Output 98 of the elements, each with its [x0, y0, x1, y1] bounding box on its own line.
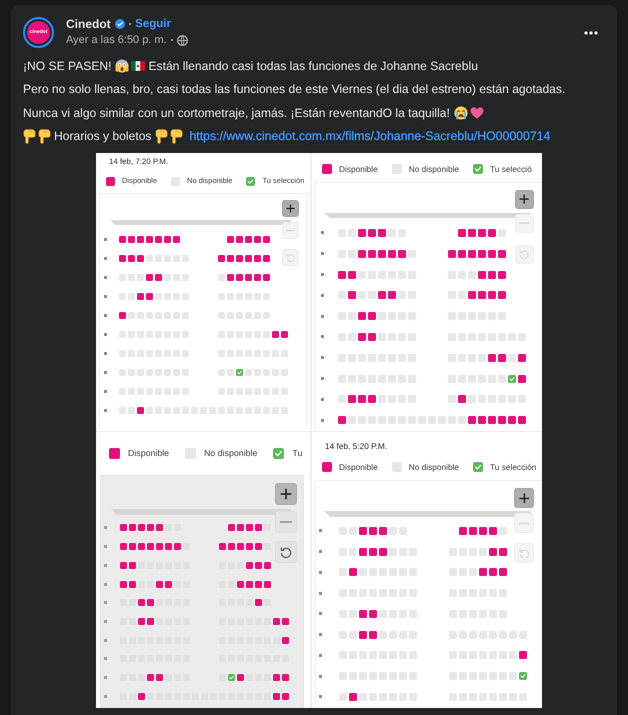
row-marker-icon — [104, 276, 107, 278]
legend-label: No disponible — [204, 447, 258, 459]
zoom-out-button[interactable] — [282, 222, 299, 239]
row-marker-icon — [104, 332, 107, 336]
row-marker-icon — [104, 314, 107, 316]
row-marker-icon — [321, 252, 324, 256]
row-marker-icon — [319, 612, 322, 616]
row-marker-icon — [104, 526, 107, 530]
pointing-down-hand-icon — [155, 128, 168, 144]
swatch-icon — [106, 176, 115, 186]
zoom-in-button[interactable] — [514, 488, 534, 508]
post-text: ¡NO SE PASEN! — [23, 58, 112, 74]
screaming-face-icon — [115, 58, 130, 73]
row-marker-icon — [104, 370, 107, 374]
row-marker-icon — [321, 294, 324, 297]
plus-icon — [280, 488, 292, 500]
follow-link[interactable]: Seguir — [135, 17, 171, 31]
legend-label: No disponible — [408, 163, 460, 175]
row-marker-icon — [104, 657, 107, 660]
showtime-date: 14 feb, 5:20 P.M. — [325, 440, 388, 452]
row-marker-icon — [321, 273, 324, 276]
row-marker-icon — [321, 356, 324, 360]
post-text: Horarios y boletos — [54, 128, 152, 144]
check-swatch-icon — [473, 462, 484, 472]
row-marker-icon — [104, 620, 107, 623]
swatch-icon — [171, 176, 180, 186]
swatch-icon — [109, 448, 120, 458]
legend-label: No disponible — [408, 461, 460, 473]
check-swatch-icon — [246, 176, 256, 186]
row-marker-icon — [104, 545, 107, 548]
post-text: Nunca vi algo similar con un cortometraje, jamás. ¡Están reventandO la taquilla! — [23, 104, 450, 121]
separator-dot-icon — [170, 38, 174, 42]
row-marker-icon — [321, 335, 324, 338]
row-marker-icon — [104, 408, 107, 412]
more-icon — [584, 30, 598, 34]
row-marker-icon — [319, 592, 322, 595]
swatch-icon — [392, 462, 402, 472]
refresh-icon — [286, 253, 295, 262]
legend-label: Tu selecció — [490, 163, 532, 175]
swatch-icon — [392, 164, 402, 174]
row-marker-icon — [104, 564, 107, 567]
pointing-down-hand-icon — [170, 128, 184, 144]
globe-icon — [177, 34, 188, 46]
post-link[interactable]: https://www.cinedot.com.mx/films/Johanne-Sacreblu/HO00000714 — [189, 128, 550, 144]
row-marker-icon — [104, 676, 107, 679]
legend-label: Tu — [292, 447, 302, 459]
separator-dot-icon — [128, 22, 132, 26]
row-marker-icon — [319, 695, 322, 698]
check-swatch-icon — [473, 164, 484, 174]
plus-icon — [519, 194, 530, 205]
crying-face-icon — [454, 106, 468, 120]
row-marker-icon — [104, 390, 107, 392]
row-marker-icon — [321, 377, 324, 380]
row-marker-icon — [319, 674, 322, 678]
flag-icon — [131, 60, 146, 71]
legend-label: Disponible — [128, 447, 170, 459]
swatch-icon — [322, 462, 332, 472]
post-text: Pero no solo llenas, bro, casi todas las funciones de este Viernes (el dia del estreno) están agotadas. — [23, 81, 566, 98]
refresh-icon — [519, 249, 530, 260]
row-marker-icon — [104, 294, 107, 298]
swatch-icon — [322, 164, 332, 174]
row-marker-icon — [104, 238, 107, 240]
reset-view-button[interactable] — [275, 541, 297, 563]
plus-icon — [286, 204, 295, 213]
plus-icon — [518, 492, 530, 504]
row-marker-icon — [104, 256, 107, 260]
row-marker-icon — [104, 694, 107, 698]
row-marker-icon — [321, 231, 324, 234]
zoom-in-button[interactable] — [275, 483, 297, 505]
post-time[interactable]: Ayer a las 6:50 p. m. — [66, 33, 167, 47]
author-name[interactable]: Cinedot — [66, 17, 111, 31]
row-marker-icon — [321, 418, 324, 422]
refresh-icon — [518, 548, 530, 558]
legend-label: Disponible — [339, 163, 378, 175]
zoom-out-button[interactable] — [275, 511, 297, 533]
row-marker-icon — [319, 654, 322, 657]
pointing-down-hand-icon — [38, 128, 51, 144]
row-marker-icon — [321, 314, 324, 318]
zoom-in-button[interactable] — [282, 200, 299, 217]
check-swatch-icon — [273, 448, 284, 458]
legend-label: Disponible — [339, 461, 378, 473]
row-marker-icon — [104, 638, 107, 642]
row-marker-icon — [319, 633, 322, 636]
row-marker-icon — [319, 550, 322, 554]
heart-icon — [470, 106, 484, 119]
post-text: Están llenando casi todas las funciones de Johanne Sacreblu — [148, 58, 478, 74]
row-marker-icon — [104, 582, 107, 586]
row-marker-icon — [104, 601, 107, 604]
row-marker-icon — [319, 570, 322, 574]
legend-label: Tu selección — [490, 461, 536, 473]
row-marker-icon — [319, 529, 322, 532]
swatch-icon — [185, 448, 196, 458]
pointing-down-hand-icon — [23, 128, 36, 144]
row-marker-icon — [104, 352, 107, 354]
zoom-in-button[interactable] — [515, 190, 534, 209]
more-options-button[interactable] — [584, 28, 598, 36]
row-marker-icon — [321, 398, 324, 401]
refresh-icon — [280, 546, 292, 558]
